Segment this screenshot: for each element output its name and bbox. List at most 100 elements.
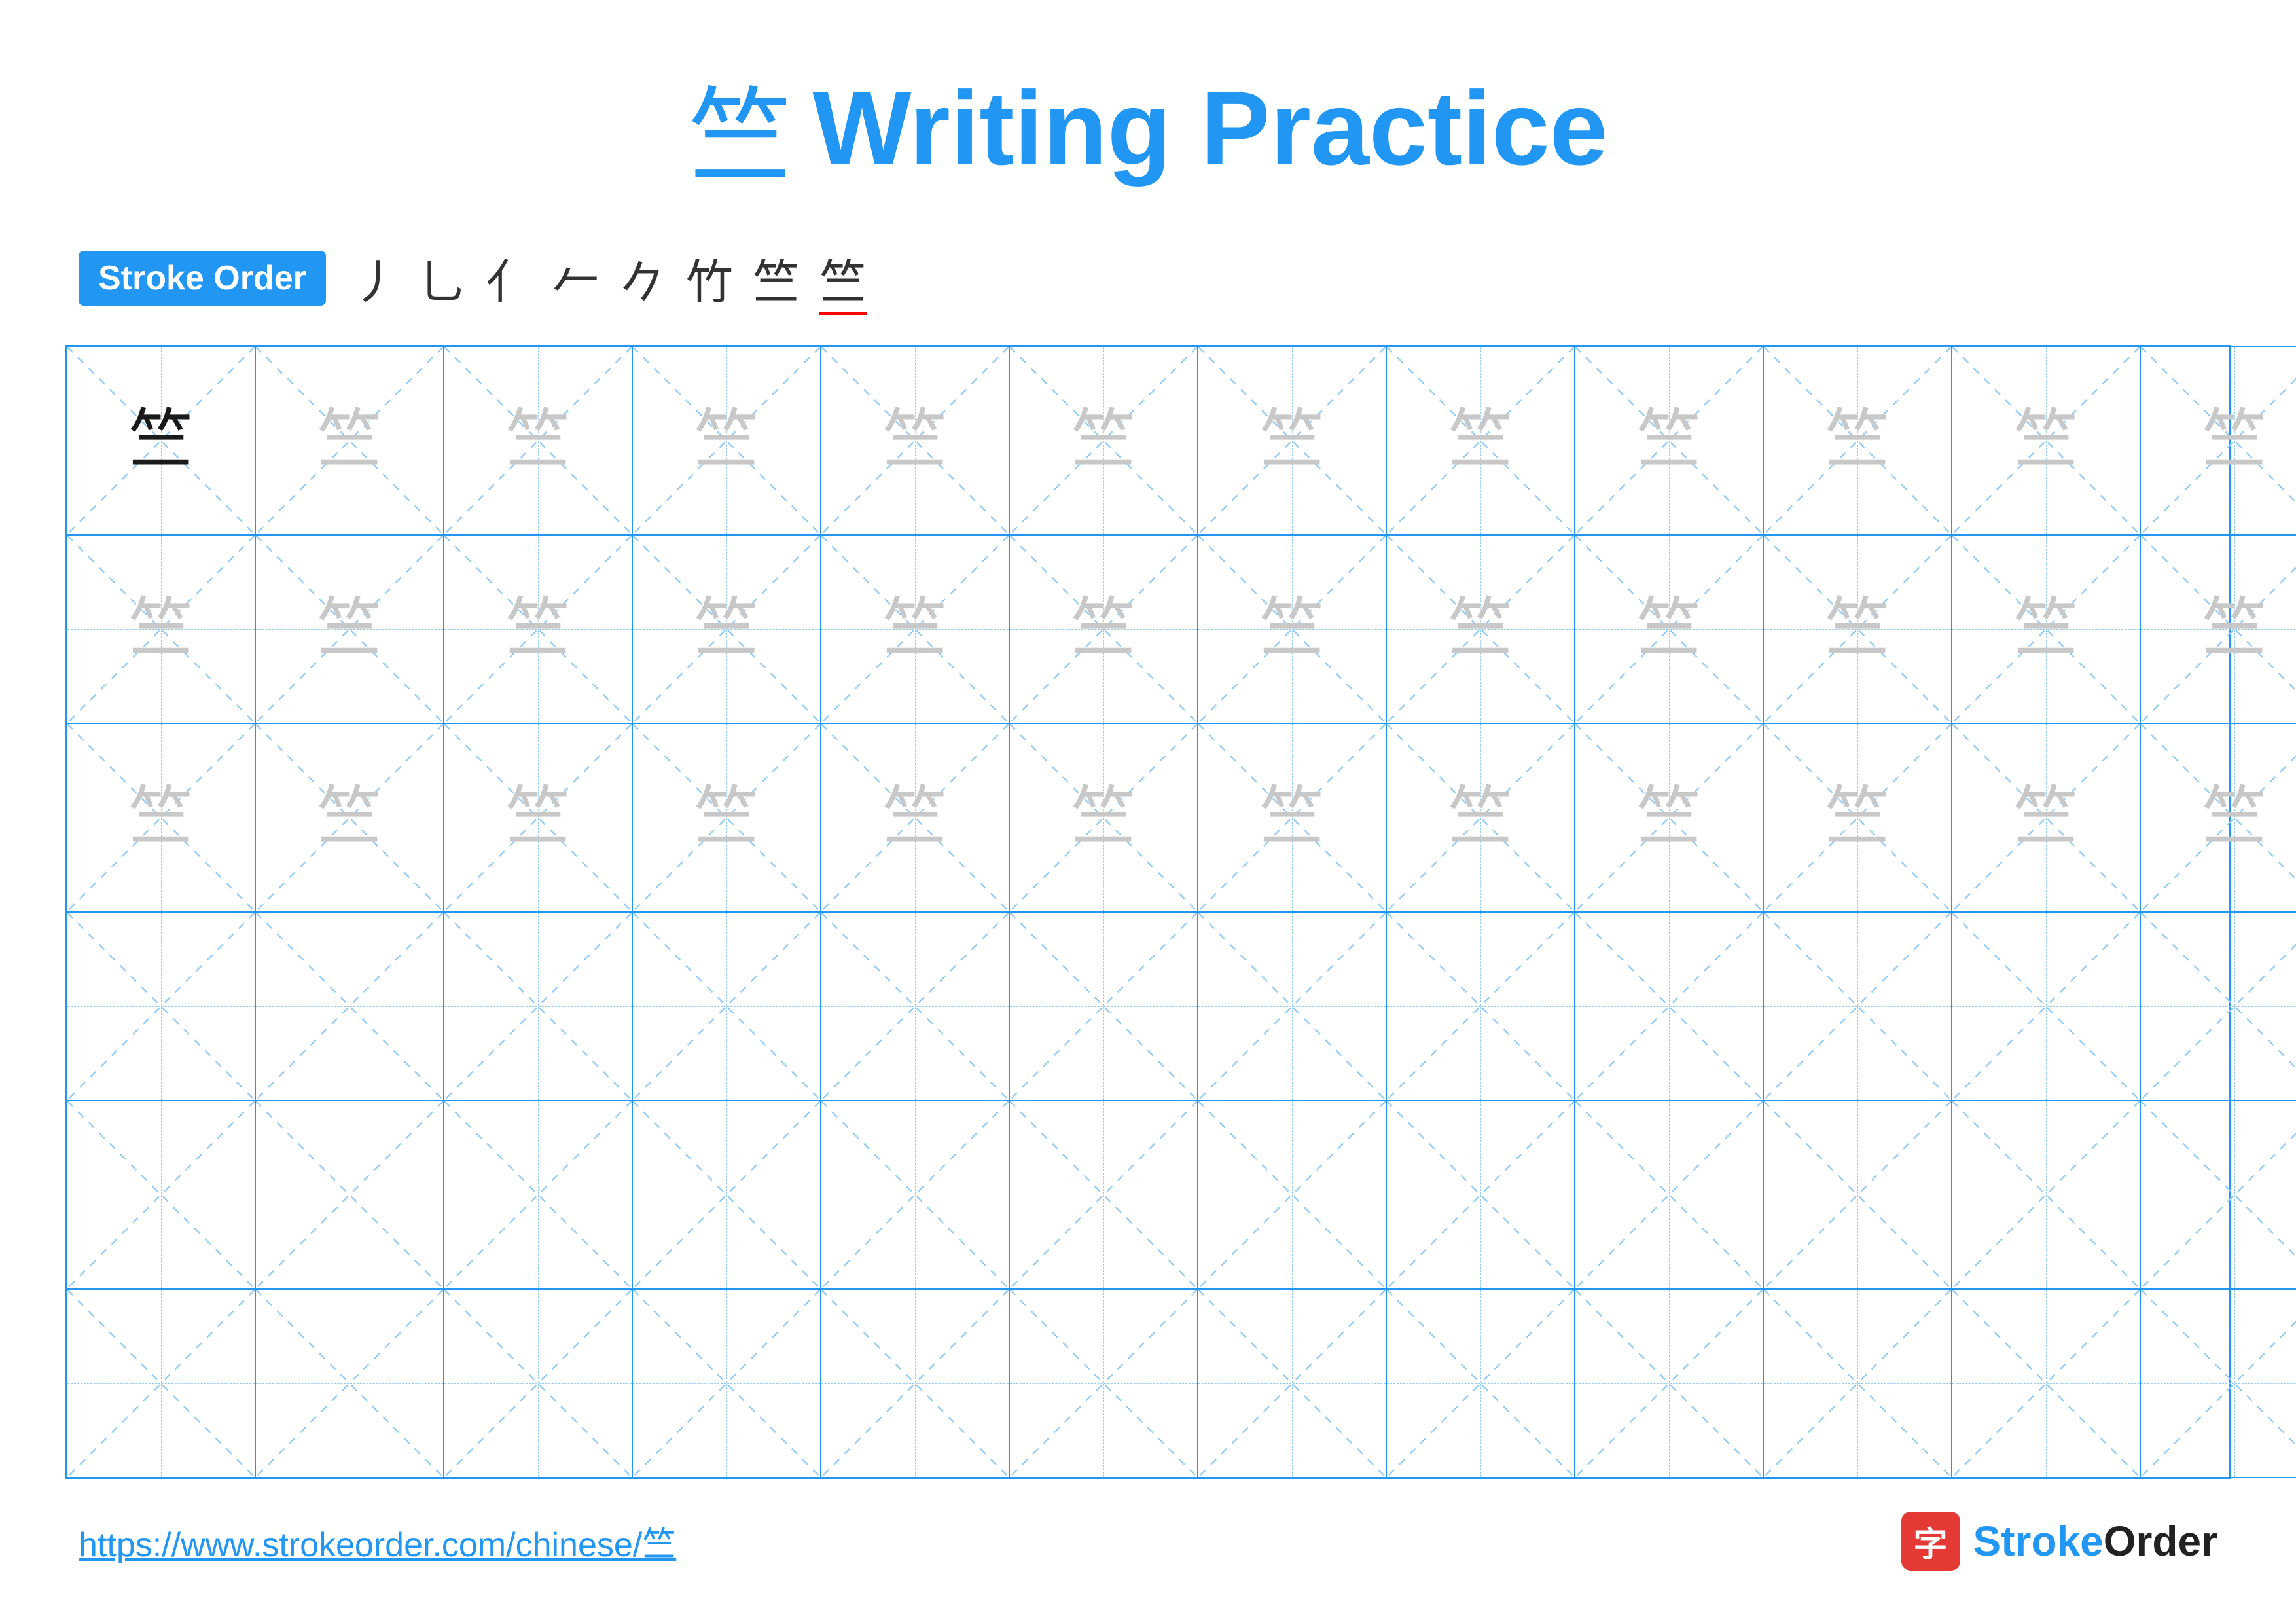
grid-cell[interactable]: 竺	[2140, 723, 2296, 912]
grid-cell[interactable]	[632, 912, 821, 1101]
grid-cell[interactable]	[821, 1101, 1009, 1289]
grid-cell[interactable]	[1009, 912, 1198, 1101]
stroke-step-8: 竺	[819, 244, 867, 312]
grid-cell[interactable]	[632, 1101, 821, 1289]
grid-cell[interactable]: 竺	[821, 535, 1009, 723]
grid-cell[interactable]	[2140, 1289, 2296, 1478]
grid-cell[interactable]: 竺	[444, 535, 632, 723]
logo-name: StrokeOrder	[1973, 1517, 2217, 1565]
practice-char: 竺	[317, 596, 382, 662]
grid-cell[interactable]	[1952, 1101, 2140, 1289]
practice-char: 竺	[882, 408, 948, 473]
grid-cell[interactable]: 竺	[255, 723, 444, 912]
footer-url[interactable]: https://www.strokeorder.com/chinese/竺	[79, 1517, 676, 1566]
grid-cell[interactable]	[67, 912, 255, 1101]
practice-char: 竺	[505, 785, 571, 850]
grid-cell[interactable]: 竺	[1952, 535, 2140, 723]
grid-cell[interactable]: 竺	[1575, 346, 1763, 535]
grid-cell[interactable]	[1763, 912, 1952, 1101]
grid-cell[interactable]	[2140, 912, 2296, 1101]
grid-cell[interactable]	[255, 1289, 444, 1478]
grid-cell[interactable]: 竺	[2140, 535, 2296, 723]
grid-cell[interactable]	[1575, 1101, 1763, 1289]
grid-cell[interactable]	[444, 1289, 632, 1478]
grid-cell[interactable]: 竺	[1575, 535, 1763, 723]
grid-cell[interactable]: 竺	[821, 723, 1009, 912]
grid-cell[interactable]	[1198, 912, 1386, 1101]
stroke-order-row: Stroke Order 丿 ⺃ ⺅ 𠂉 𠂊 竹 竺 竺	[65, 244, 2231, 312]
grid-cell[interactable]	[821, 912, 1009, 1101]
grid-cell[interactable]	[1952, 912, 2140, 1101]
practice-char: 竺	[2013, 785, 2079, 850]
grid-cell[interactable]	[67, 1289, 255, 1478]
practice-char: 竺	[2202, 408, 2267, 473]
page-title: Writing Practice	[812, 68, 1607, 189]
grid-cell[interactable]	[1009, 1101, 1198, 1289]
grid-cell[interactable]: 竺	[1009, 346, 1198, 535]
grid-cell[interactable]	[821, 1289, 1009, 1478]
grid-cell[interactable]: 竺	[1386, 346, 1575, 535]
practice-char: 竺	[128, 408, 194, 473]
grid-cell[interactable]	[1198, 1289, 1386, 1478]
grid-cell[interactable]	[1763, 1289, 1952, 1478]
grid-cell[interactable]: 竺	[1386, 535, 1575, 723]
grid-cell[interactable]	[444, 912, 632, 1101]
grid-cell[interactable]	[1952, 1289, 2140, 1478]
grid-cell[interactable]	[444, 1101, 632, 1289]
grid-cell[interactable]: 竺	[67, 535, 255, 723]
grid-cell[interactable]	[1575, 1289, 1763, 1478]
grid-cell[interactable]: 竺	[1386, 723, 1575, 912]
grid-cell[interactable]: 竺	[2140, 346, 2296, 535]
grid-cell[interactable]: 竺	[444, 723, 632, 912]
practice-char: 竺	[694, 408, 759, 473]
practice-char: 竺	[317, 408, 382, 473]
stroke-step-3: ⺅	[486, 244, 533, 312]
stroke-sequence: 丿 ⺃ ⺅ 𠂉 𠂊 竹 竺 竺	[352, 244, 867, 312]
grid-cell[interactable]: 竺	[632, 535, 821, 723]
grid-cell[interactable]: 竺	[1009, 723, 1198, 912]
grid-cell[interactable]	[1009, 1289, 1198, 1478]
grid-cell[interactable]	[1198, 1101, 1386, 1289]
grid-cell[interactable]: 竺	[444, 346, 632, 535]
grid-cell[interactable]: 竺	[821, 346, 1009, 535]
practice-char: 竺	[1825, 408, 1890, 473]
grid-cell[interactable]: 竺	[1763, 535, 1952, 723]
stroke-order-badge: Stroke Order	[79, 251, 326, 306]
grid-cell[interactable]: 竺	[1763, 723, 1952, 912]
grid-cell[interactable]: 竺	[1009, 535, 1198, 723]
grid-cell[interactable]: 竺	[1198, 535, 1386, 723]
grid-cell[interactable]	[255, 912, 444, 1101]
grid-cell[interactable]	[1575, 912, 1763, 1101]
practice-char: 竺	[2202, 596, 2267, 662]
practice-char: 竺	[1825, 596, 1890, 662]
grid-cell[interactable]: 竺	[632, 723, 821, 912]
grid-cell[interactable]: 竺	[255, 535, 444, 723]
stroke-step-4: 𠂉	[552, 244, 600, 312]
grid-cell[interactable]	[1386, 1289, 1575, 1478]
grid-cell[interactable]: 竺	[1763, 346, 1952, 535]
practice-char: 竺	[882, 785, 948, 850]
title-row: 竺 Writing Practice	[65, 52, 2231, 204]
stroke-step-5: 𠂊	[619, 244, 666, 312]
grid-cell[interactable]	[632, 1289, 821, 1478]
grid-cell[interactable]: 竺	[67, 723, 255, 912]
grid-cell[interactable]	[1386, 912, 1575, 1101]
footer-logo: 字 StrokeOrder	[1901, 1512, 2217, 1571]
grid-cell[interactable]: 竺	[255, 346, 444, 535]
grid-cell[interactable]: 竺	[1952, 346, 2140, 535]
grid-cell[interactable]	[2140, 1101, 2296, 1289]
grid-cell[interactable]: 竺	[1952, 723, 2140, 912]
practice-char: 竺	[1071, 785, 1136, 850]
grid-cell[interactable]	[255, 1101, 444, 1289]
grid-cell[interactable]	[1763, 1101, 1952, 1289]
grid-cell[interactable]: 竺	[1198, 723, 1386, 912]
practice-char: 竺	[694, 596, 759, 662]
grid-cell[interactable]: 竺	[1575, 723, 1763, 912]
grid-cell[interactable]: 竺	[67, 346, 255, 535]
page: 竺 Writing Practice Stroke Order 丿 ⺃ ⺅ 𠂉 …	[0, 0, 2296, 1623]
grid-cell[interactable]	[67, 1101, 255, 1289]
grid-cell[interactable]: 竺	[632, 346, 821, 535]
grid-cell[interactable]	[1386, 1101, 1575, 1289]
practice-char: 竺	[317, 785, 382, 850]
grid-cell[interactable]: 竺	[1198, 346, 1386, 535]
